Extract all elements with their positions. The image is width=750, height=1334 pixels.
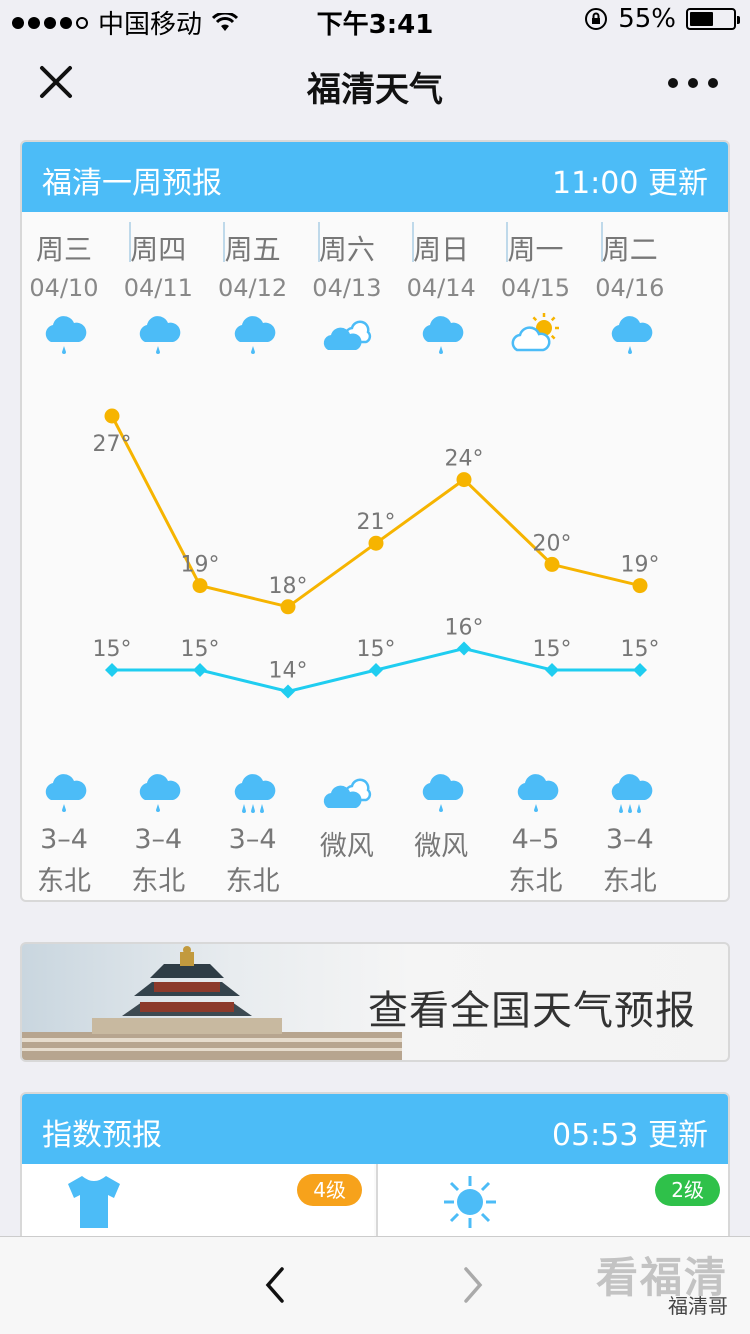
high-temp-point [104,408,120,424]
low-temp-label: 15° [181,637,220,662]
low-temp-point [281,684,295,699]
index-header: 指数预报 05:53 更新 [22,1094,728,1164]
uv-icon [444,1176,496,1228]
wind-level: 3–4 [134,824,183,855]
high-temp-label: 20° [533,531,572,556]
heavy-rain-icon [228,770,278,820]
high-temp-point [368,535,384,551]
rotation-lock-icon [585,8,608,30]
high-temp-point [544,556,560,572]
back-arrow-icon[interactable] [260,1265,290,1305]
high-temp-label: 18° [269,574,308,599]
rain-icon [416,770,466,820]
cloudy-icon [322,770,372,820]
low-temp-point [457,641,471,656]
page-title: 福清天气 [307,70,443,110]
wind-direction: 东北 [131,866,186,897]
wind-column: 3–4 东北 [111,770,205,898]
forecast-wind-row: 3–4 东北 3–4 东北 3–4 东北 微风 微风 4–5 东北 3–4 东北 [22,770,728,900]
index-updated: 05:53 更新 [552,1118,708,1153]
uv-level-badge: 2级 [655,1174,720,1206]
wind-column: 3–4 东北 [583,770,677,898]
low-temp-label: 14° [269,659,308,684]
wind-direction: 东北 [602,866,657,897]
wind-level: 微风 [319,831,374,862]
shirt-icon [68,1176,120,1228]
heavy-rain-icon [605,770,655,820]
index-title: 指数预报 [42,1118,162,1153]
wind-level: 3–4 [228,824,277,855]
wind-direction: 东北 [225,866,280,897]
high-temp-point [456,472,472,488]
banner-text: 查看全国天气预报 [368,988,696,1034]
low-temp-label: 16° [445,616,484,641]
wind-level: 3–4 [40,824,88,855]
rain-icon [511,770,561,820]
high-temp-point [280,599,296,615]
wind-column: 4–5 东北 [489,770,583,898]
low-temp-point [633,663,647,677]
weekly-forecast-card: 福清一周预报 11:00 更新 周三 04/10 周四 04/11 周五 04/12 周六 0… [20,140,730,902]
low-temp-label: 15° [621,637,660,662]
forward-arrow-icon[interactable] [458,1265,488,1305]
wind-column: 3–4 东北 [206,770,300,898]
low-temp-point [105,663,119,677]
wind-direction: 东北 [37,866,91,897]
wind-direction: 东北 [508,866,563,897]
national-forecast-banner[interactable]: 查看全国天气预报 [20,942,730,1062]
battery-percent: 55% [618,4,676,34]
high-temp-label: 19° [181,553,220,578]
low-temp-label: 15° [357,637,396,662]
wind-level: 微风 [414,831,469,862]
wind-column: 微风 [300,770,394,867]
nav-bar: 福清天气 [0,40,750,128]
high-temp-label: 21° [357,510,396,535]
high-temp-point [632,578,648,594]
low-temp-point [193,663,207,677]
low-temp-point [369,663,383,677]
clothing-level-badge: 4级 [297,1174,362,1206]
wind-level: 4–5 [511,824,560,855]
low-temp-label: 15° [93,637,132,662]
watermark-account: 福清哥 [668,1294,728,1318]
wind-column: 微风 [394,770,488,867]
rain-icon [133,770,183,820]
rain-icon [39,770,89,820]
wind-column: 3–4 东北 [22,770,111,898]
temple-of-heaven-icon [22,946,402,1060]
low-temp-label: 15° [533,637,572,662]
wind-level: 3–4 [605,824,654,855]
high-temp-label: 24° [445,447,484,472]
status-right: 55% [584,4,740,34]
more-icon[interactable] [668,78,718,88]
high-temp-label: 19° [621,553,660,578]
high-temp-point [192,578,208,594]
high-temp-label: 27° [93,432,132,457]
status-bar: 中国移动 下午3:41 55% [0,0,750,40]
battery-icon [686,8,740,30]
low-temp-point [545,663,559,677]
